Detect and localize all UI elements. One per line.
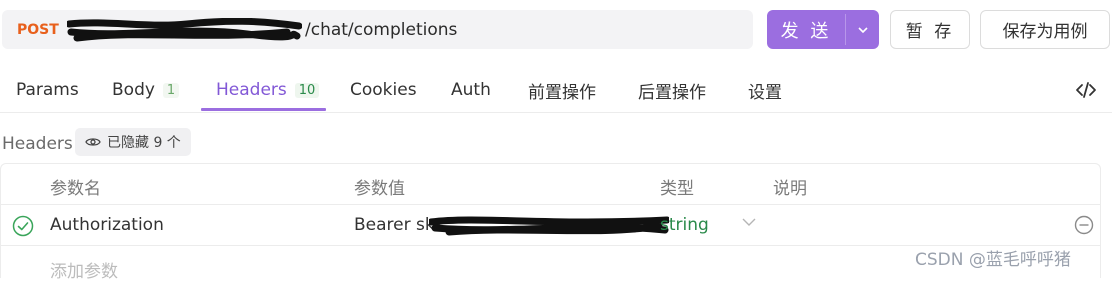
tab-params[interactable]: Params [16, 70, 79, 110]
tab-auth[interactable]: Auth [451, 70, 491, 110]
tab-headers[interactable]: Headers 10 [216, 70, 320, 110]
url-path: /chat/completions [305, 19, 458, 40]
watermark: CSDN @蓝毛呼呼猪 [915, 250, 1071, 270]
chevron-down-icon[interactable] [742, 217, 756, 227]
hidden-headers-label: 已隐藏 9 个 [107, 135, 181, 151]
eye-icon [85, 138, 101, 146]
headers-section-title: Headers [2, 134, 73, 154]
tab-settings[interactable]: 设置 [748, 70, 782, 110]
code-icon[interactable] [1074, 78, 1098, 102]
save-draft-button[interactable]: 暂 存 [890, 10, 970, 49]
column-header-type: 类型 [660, 179, 694, 199]
enabled-check-icon[interactable] [12, 215, 34, 237]
tab-label: Headers [216, 80, 287, 100]
tab-count: 1 [162, 82, 180, 98]
tab-label: 设置 [748, 82, 782, 103]
tab-cookies[interactable]: Cookies [350, 70, 417, 110]
tab-label: Body [112, 80, 155, 100]
tab-label: Auth [451, 80, 491, 100]
hidden-headers-toggle[interactable]: 已隐藏 9 个 [75, 128, 191, 156]
chevron-down-icon[interactable] [846, 10, 879, 49]
table-header: 参数名 参数值 类型 说明 [1, 164, 1100, 205]
request-tabs: Params Body 1 Headers 10 Cookies Auth 前置操作… [0, 70, 1112, 113]
column-header-name: 参数名 [50, 179, 101, 199]
tab-label: 前置操作 [528, 82, 596, 103]
table-row: Authorization Bearer sk- string [1, 205, 1100, 246]
param-value[interactable]: Bearer sk- [354, 215, 441, 235]
send-button[interactable]: 发 送 [767, 10, 879, 49]
tab-label: 后置操作 [638, 82, 706, 103]
tab-label: Cookies [350, 80, 417, 100]
save-as-case-button[interactable]: 保存为用例 [980, 10, 1110, 49]
active-tab-indicator [201, 108, 326, 111]
redaction-scribble [67, 17, 302, 41]
send-label[interactable]: 发 送 [767, 10, 845, 49]
url-bar[interactable]: POST /chat/completions [2, 10, 753, 49]
tab-label: Params [16, 80, 79, 100]
add-param-input[interactable]: 添加参数 [50, 257, 118, 282]
redaction-scribble [429, 216, 669, 236]
url-input[interactable]: /chat/completions [67, 17, 458, 41]
tab-count: 10 [294, 82, 320, 98]
tab-pre-operations[interactable]: 前置操作 [528, 70, 596, 110]
column-header-value: 参数值 [354, 179, 405, 199]
tab-body[interactable]: Body 1 [112, 70, 180, 110]
http-method[interactable]: POST [17, 22, 67, 38]
tab-post-operations[interactable]: 后置操作 [638, 70, 706, 110]
column-header-description: 说明 [773, 179, 807, 199]
param-name[interactable]: Authorization [50, 215, 164, 235]
remove-row-icon[interactable] [1074, 215, 1094, 235]
param-type[interactable]: string [660, 215, 709, 235]
